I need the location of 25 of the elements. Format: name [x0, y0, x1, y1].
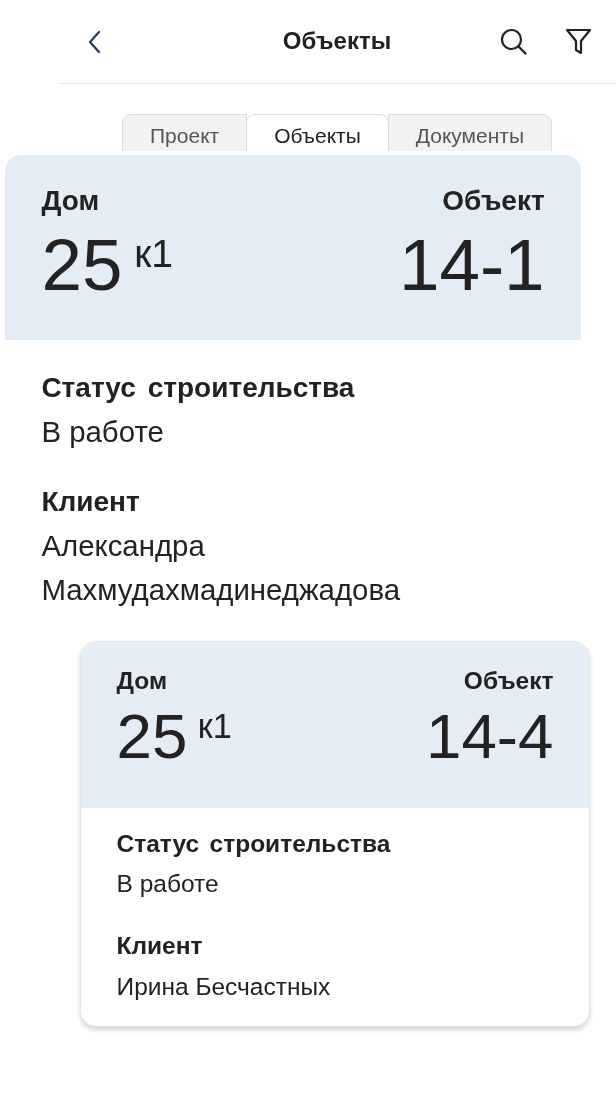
object-number: 14-4: [426, 702, 554, 770]
filter-button[interactable]: [565, 28, 592, 55]
field-label: Статус строительства: [41, 370, 356, 405]
field-label: Клиент: [41, 484, 141, 519]
object-label: Объект: [463, 665, 554, 696]
field-label: Клиент: [116, 931, 204, 962]
search-button[interactable]: [500, 28, 527, 55]
object-label: Объект: [442, 184, 545, 218]
object-number: 14-1: [398, 226, 545, 304]
field-value: Александра Махмудахмадинеджадова: [41, 528, 402, 609]
building-number: к1: [134, 234, 174, 274]
house-label: Дом: [41, 184, 101, 218]
tab[interactable]: Проект: [122, 114, 248, 151]
house-number: 25: [41, 226, 123, 304]
search-icon: [500, 28, 527, 55]
house-number: 25: [116, 702, 188, 770]
field-value: В работе: [41, 413, 165, 450]
field-value: Ирина Бесчастных: [116, 971, 332, 1002]
tab[interactable]: Документы: [387, 114, 553, 151]
field-label: Статус строительства: [116, 829, 392, 860]
field-value: В работе: [116, 869, 220, 900]
filter-icon: [565, 28, 592, 55]
building-number: к1: [197, 709, 232, 744]
house-label: Дом: [116, 665, 169, 696]
page-title: Объекты: [282, 27, 392, 56]
